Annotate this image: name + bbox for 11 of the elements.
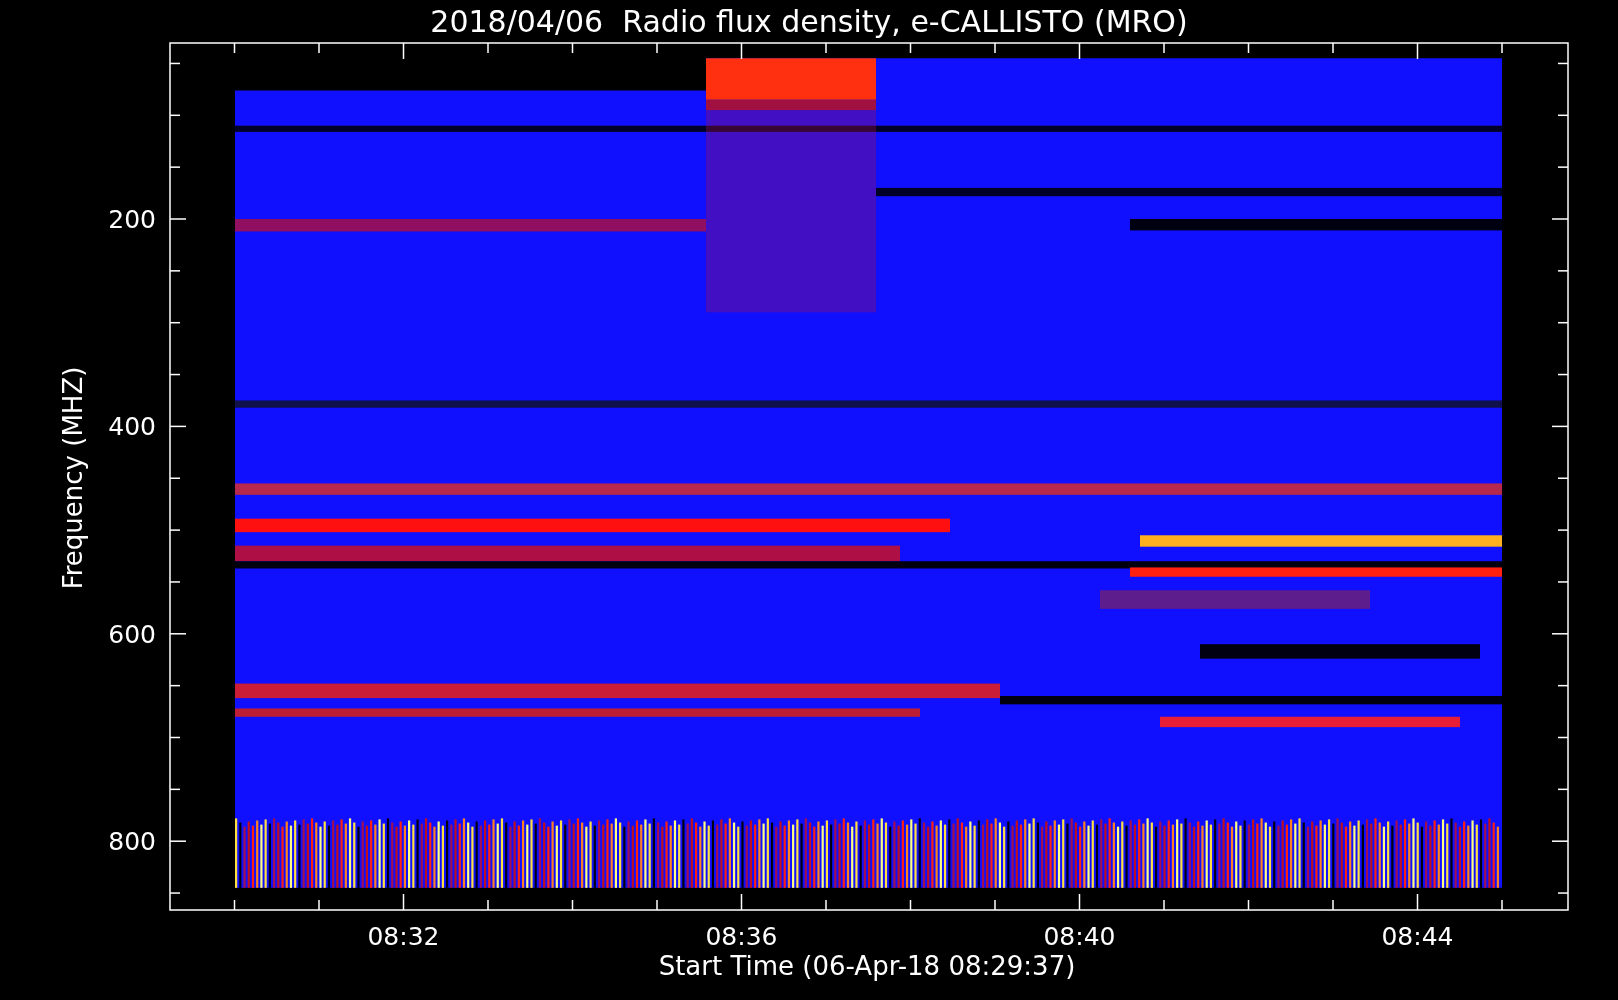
y-tick-label: 800 [108,827,156,857]
x-tick-label: 08:40 [1043,922,1116,951]
plot-title: 2018/04/06 Radio flux density, e-CALLISTO (MRO) [430,4,1188,39]
x-tick-label: 08:36 [705,922,778,951]
x-tick-label: 08:32 [367,922,440,951]
y-axis-title: Frequency (MHZ) [58,366,88,590]
y-tick-label: 200 [108,205,156,234]
x-tick-label: 08:44 [1381,922,1454,951]
y-tick-label: 400 [108,412,156,442]
x-axis-title: Start Time (06-Apr-18 08:29:37) [658,951,1076,981]
y-tick-label: 600 [108,619,156,649]
